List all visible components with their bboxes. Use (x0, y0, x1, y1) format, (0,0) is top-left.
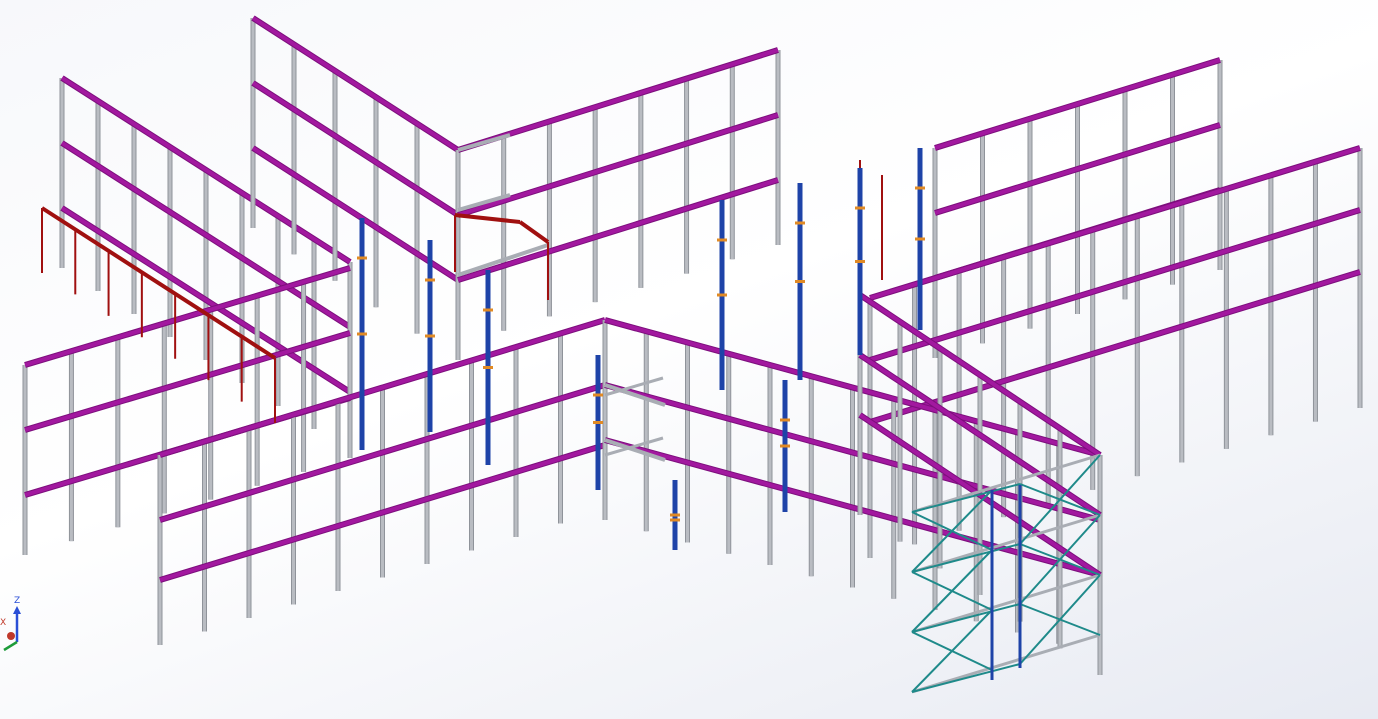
wall-back-center-left-beam (251, 81, 460, 217)
tower-strut (911, 543, 1021, 573)
triad-z-arrow (13, 606, 21, 614)
red-pipe (518, 220, 550, 244)
red-pipe (454, 213, 521, 224)
gray-beam (604, 383, 666, 407)
tower-strut (911, 603, 1021, 633)
cad-3d-viewport[interactable]: Z X (0, 0, 1378, 719)
wall-right-long-beam (869, 208, 1361, 362)
wall-right-long-beam (869, 146, 1361, 300)
wall-right-long-beam (869, 270, 1361, 424)
tower-strut (911, 663, 1021, 693)
triad-x-axis (7, 632, 15, 640)
gray-beam (604, 438, 666, 462)
structure-model[interactable] (0, 0, 1378, 719)
triad-y-axis (3, 640, 18, 652)
wall-back-center-left-beam (251, 16, 460, 152)
wall-back-center-left-beam (251, 146, 460, 282)
coordinate-triad: Z X (0, 596, 34, 656)
